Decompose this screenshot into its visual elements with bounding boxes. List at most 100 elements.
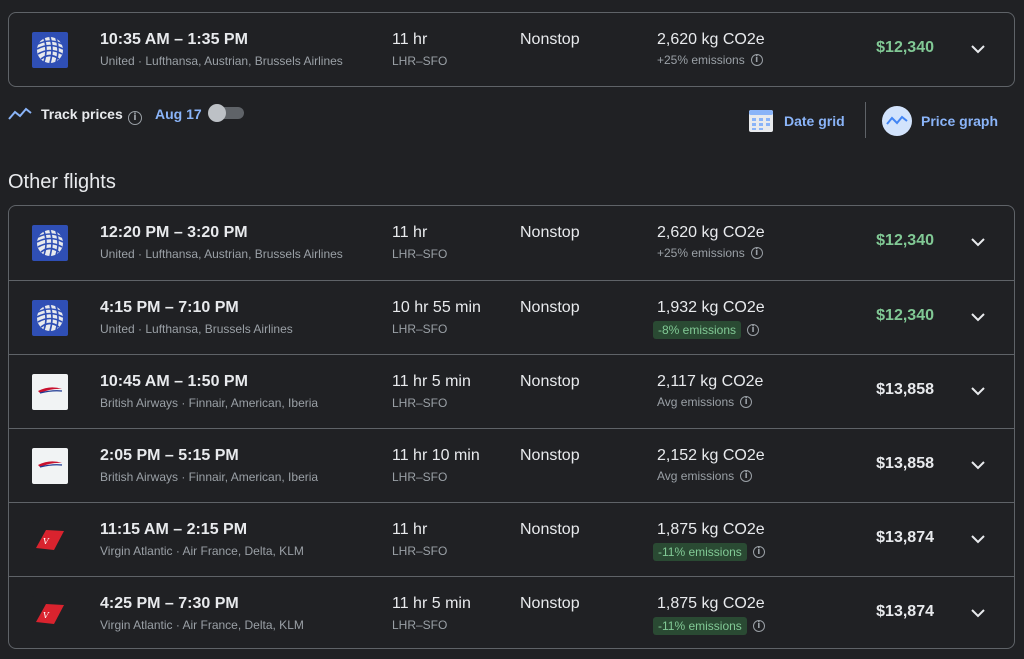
best-flight-row[interactable]: 10:35 AM – 1:35 PM United · Lufthansa, A… <box>9 13 1014 86</box>
united-logo-icon <box>32 225 68 261</box>
flight-route: LHR–SFO <box>392 544 448 558</box>
flight-airlines: United · Lufthansa, Brussels Airlines <box>100 322 293 336</box>
flight-price: $13,874 <box>876 529 934 546</box>
emissions-label: Avg emissions <box>657 395 735 409</box>
flight-price: $13,858 <box>876 381 934 398</box>
date-grid-icon[interactable] <box>747 106 775 134</box>
track-date: Aug 17 <box>155 106 202 122</box>
emissions-label: +25% emissions <box>657 246 745 260</box>
flight-co2: 1,875 kg CO2e <box>657 595 765 612</box>
flight-duration: 11 hr 5 min <box>392 595 471 612</box>
flight-row[interactable]: V 4:25 PM – 7:30 PM Virgin Atlantic · Ai… <box>9 576 1014 648</box>
flight-stops: Nonstop <box>520 521 580 538</box>
emissions-info: +25% emissions i <box>657 53 763 67</box>
flight-route: LHR–SFO <box>392 247 448 261</box>
emissions-info: Avg emissions i <box>657 469 753 483</box>
flight-times: 10:45 AM – 1:50 PM <box>100 373 248 390</box>
flight-duration: 11 hr <box>392 31 428 48</box>
divider <box>865 102 866 138</box>
other-flights-title: Other flights <box>8 171 116 193</box>
flight-row[interactable]: 4:15 PM – 7:10 PM United · Lufthansa, Br… <box>9 280 1014 354</box>
flight-co2: 2,152 kg CO2e <box>657 447 765 464</box>
flight-duration: 11 hr <box>392 224 428 241</box>
chevron-down-icon[interactable] <box>968 455 988 475</box>
best-flight-card: 10:35 AM – 1:35 PM United · Lufthansa, A… <box>8 12 1015 87</box>
flight-duration: 10 hr 55 min <box>392 299 481 316</box>
emissions-info: Avg emissions i <box>657 395 753 409</box>
chevron-down-icon[interactable] <box>968 39 988 59</box>
emissions-label: -8% emissions <box>653 321 742 339</box>
flight-times: 2:05 PM – 5:15 PM <box>100 447 239 464</box>
virgin-atlantic-logo-icon: V <box>32 596 68 632</box>
flight-times: 12:20 PM – 3:20 PM <box>100 224 248 241</box>
info-icon[interactable]: i <box>750 247 763 259</box>
flight-co2: 2,620 kg CO2e <box>657 224 765 241</box>
flight-row[interactable]: 10:45 AM – 1:50 PM British Airways · Fin… <box>9 354 1014 428</box>
track-info-icon[interactable]: i <box>128 107 142 125</box>
flight-airlines: Virgin Atlantic · Air France, Delta, KLM <box>100 618 304 632</box>
other-flights-card: 12:20 PM – 3:20 PM United · Lufthansa, A… <box>8 205 1015 649</box>
flight-price: $13,858 <box>876 455 934 472</box>
british-airways-logo-icon <box>32 374 68 410</box>
track-prices-toggle[interactable] <box>208 104 244 122</box>
flight-stops: Nonstop <box>520 595 580 612</box>
flight-row[interactable]: V 11:15 AM – 2:15 PM Virgin Atlantic · A… <box>9 502 1014 576</box>
emissions-label: -11% emissions <box>653 617 747 635</box>
flight-price: $12,340 <box>876 307 934 324</box>
info-icon[interactable]: i <box>750 54 763 66</box>
flight-price: $12,340 <box>876 232 934 249</box>
flight-route: LHR–SFO <box>392 618 448 632</box>
flight-stops: Nonstop <box>520 31 580 48</box>
info-icon[interactable]: i <box>740 396 753 408</box>
chevron-down-icon[interactable] <box>968 603 988 623</box>
british-airways-logo-icon <box>32 448 68 484</box>
flight-co2: 1,932 kg CO2e <box>657 299 765 316</box>
chevron-down-icon[interactable] <box>968 381 988 401</box>
info-icon[interactable]: i <box>747 324 760 336</box>
emissions-info: -8% emissions i <box>653 321 760 339</box>
flight-stops: Nonstop <box>520 224 580 241</box>
info-icon[interactable]: i <box>752 620 765 632</box>
flight-route: LHR–SFO <box>392 54 448 68</box>
flight-times: 4:15 PM – 7:10 PM <box>100 299 239 316</box>
emissions-label: +25% emissions <box>657 53 745 67</box>
emissions-info: +25% emissions i <box>657 246 763 260</box>
flight-times: 11:15 AM – 2:15 PM <box>100 521 248 538</box>
track-prices-label: Track prices <box>41 106 123 122</box>
united-logo-icon <box>32 300 68 336</box>
flight-route: LHR–SFO <box>392 322 448 336</box>
united-logo-icon <box>32 32 68 68</box>
flight-price: $13,874 <box>876 603 934 620</box>
emissions-label: -11% emissions <box>653 543 747 561</box>
flight-co2: 2,117 kg CO2e <box>657 373 764 390</box>
flight-airlines: United · Lufthansa, Austrian, Brussels A… <box>100 247 343 261</box>
flight-duration: 11 hr 5 min <box>392 373 471 390</box>
info-icon[interactable]: i <box>752 546 765 558</box>
flight-row[interactable]: 2:05 PM – 5:15 PM British Airways · Finn… <box>9 428 1014 502</box>
info-icon[interactable]: i <box>740 470 753 482</box>
price-graph-button[interactable]: Price graph <box>921 113 998 129</box>
chevron-down-icon[interactable] <box>968 232 988 252</box>
flight-airlines: Virgin Atlantic · Air France, Delta, KLM <box>100 544 304 558</box>
flight-stops: Nonstop <box>520 373 580 390</box>
flight-price: $12,340 <box>876 39 934 56</box>
date-grid-button[interactable]: Date grid <box>784 113 845 129</box>
flight-stops: Nonstop <box>520 299 580 316</box>
flight-route: LHR–SFO <box>392 396 448 410</box>
chevron-down-icon[interactable] <box>968 307 988 327</box>
flight-airlines: United · Lufthansa, Austrian, Brussels A… <box>100 54 343 68</box>
chevron-down-icon[interactable] <box>968 529 988 549</box>
emissions-info: -11% emissions i <box>653 617 765 635</box>
flight-row[interactable]: 12:20 PM – 3:20 PM United · Lufthansa, A… <box>9 206 1014 280</box>
trend-icon <box>8 105 32 123</box>
virgin-atlantic-logo-icon: V <box>32 522 68 558</box>
flight-duration: 11 hr <box>392 521 428 538</box>
emissions-label: Avg emissions <box>657 469 735 483</box>
flight-airlines: British Airways · Finnair, American, Ibe… <box>100 396 319 410</box>
price-graph-icon[interactable] <box>882 106 912 136</box>
flight-route: LHR–SFO <box>392 470 448 484</box>
flight-co2: 1,875 kg CO2e <box>657 521 765 538</box>
flight-stops: Nonstop <box>520 447 580 464</box>
flight-times: 10:35 AM – 1:35 PM <box>100 31 248 48</box>
flight-airlines: British Airways · Finnair, American, Ibe… <box>100 470 319 484</box>
